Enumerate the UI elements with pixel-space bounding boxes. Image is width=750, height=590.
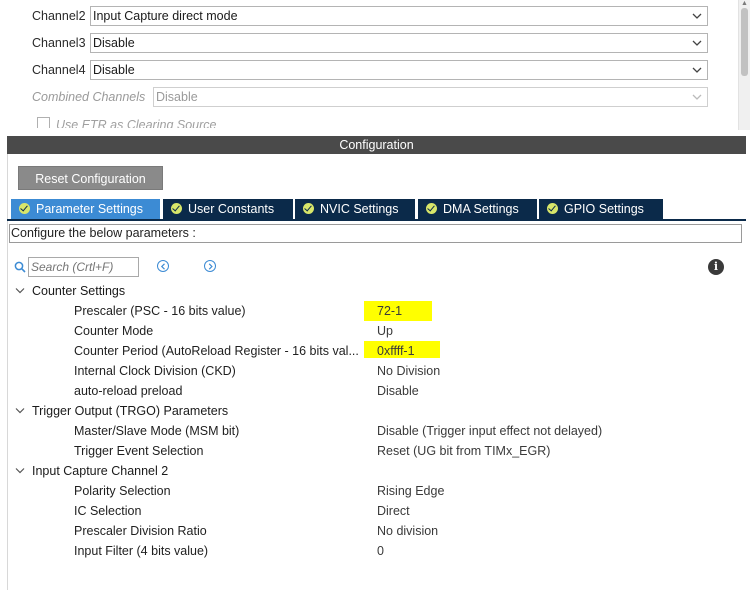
param-name: Prescaler Division Ratio bbox=[74, 524, 207, 538]
channel4-value: Disable bbox=[93, 63, 135, 77]
group-trigger-output[interactable]: Trigger Output (TRGO) Parameters bbox=[0, 401, 740, 421]
combined-channels-label: Combined Channels bbox=[32, 90, 146, 104]
param-value[interactable]: Reset (UG bit from TIMx_EGR) bbox=[377, 441, 550, 461]
channel3-select[interactable]: Disable bbox=[90, 33, 708, 53]
param-row[interactable]: Master/Slave Mode (MSM bit) Disable (Tri… bbox=[0, 421, 740, 441]
tab-label: NVIC Settings bbox=[320, 202, 399, 216]
channel2-label: Channel2 bbox=[32, 9, 86, 23]
info-icon[interactable]: i bbox=[708, 259, 724, 275]
group-input-capture-channel2[interactable]: Input Capture Channel 2 bbox=[0, 461, 740, 481]
group-label: Counter Settings bbox=[32, 284, 126, 298]
param-value[interactable]: 0 bbox=[377, 541, 384, 561]
param-value[interactable]: Disable bbox=[377, 381, 419, 401]
param-row[interactable]: Internal Clock Division (CKD) No Divisio… bbox=[0, 361, 740, 381]
param-value[interactable]: Rising Edge bbox=[377, 481, 444, 501]
channel4-select[interactable]: Disable bbox=[90, 60, 708, 80]
chevron-down-icon bbox=[692, 94, 702, 100]
param-name: Trigger Event Selection bbox=[74, 444, 204, 458]
param-name: Internal Clock Division (CKD) bbox=[74, 364, 236, 378]
param-name: IC Selection bbox=[74, 504, 142, 518]
param-name: Counter Period (AutoReload Register - 16… bbox=[74, 344, 359, 358]
param-row[interactable]: Prescaler (PSC - 16 bits value) 72-1 bbox=[0, 301, 740, 321]
etr-clearing-checkbox-row[interactable]: Use ETR as Clearing Source bbox=[37, 117, 216, 128]
channel3-value: Disable bbox=[93, 36, 135, 50]
configuration-header: Configuration bbox=[7, 136, 746, 154]
chevron-down-icon bbox=[692, 13, 702, 19]
param-name: Prescaler (PSC - 16 bits value) bbox=[74, 304, 246, 318]
param-name: Polarity Selection bbox=[74, 484, 171, 498]
tab-label: User Constants bbox=[188, 202, 275, 216]
search-icon bbox=[14, 261, 26, 273]
chevron-down-icon bbox=[15, 288, 25, 294]
tab-label: DMA Settings bbox=[443, 202, 519, 216]
tab-underline bbox=[7, 219, 746, 221]
previous-arrow-icon[interactable] bbox=[157, 260, 169, 272]
reset-configuration-button[interactable]: Reset Configuration bbox=[18, 166, 163, 190]
param-row[interactable]: Trigger Event Selection Reset (UG bit fr… bbox=[0, 441, 740, 461]
next-arrow-icon[interactable] bbox=[204, 260, 216, 272]
param-value[interactable]: 0xffff-1 bbox=[377, 341, 415, 361]
vertical-scrollbar[interactable]: ▲ bbox=[738, 0, 750, 130]
param-name: Master/Slave Mode (MSM bit) bbox=[74, 424, 240, 438]
tab-nvic-settings[interactable]: NVIC Settings bbox=[295, 199, 415, 219]
channel2-value: Input Capture direct mode bbox=[93, 9, 238, 23]
chevron-down-icon bbox=[15, 408, 25, 414]
param-value[interactable]: Disable (Trigger input effect not delaye… bbox=[377, 421, 602, 441]
param-value[interactable]: No division bbox=[377, 521, 438, 541]
chevron-down-icon bbox=[692, 67, 702, 73]
search-input[interactable] bbox=[28, 257, 139, 277]
param-value[interactable]: Direct bbox=[377, 501, 410, 521]
channel2-select[interactable]: Input Capture direct mode bbox=[90, 6, 708, 26]
etr-checkbox[interactable] bbox=[37, 117, 50, 128]
combined-channels-value: Disable bbox=[156, 90, 198, 104]
param-row[interactable]: IC Selection Direct bbox=[0, 501, 740, 521]
param-value[interactable]: No Division bbox=[377, 361, 440, 381]
param-row[interactable]: Counter Period (AutoReload Register - 16… bbox=[0, 341, 740, 361]
tab-dma-settings[interactable]: DMA Settings bbox=[418, 199, 537, 219]
etr-label: Use ETR as Clearing Source bbox=[56, 118, 217, 128]
param-row[interactable]: Prescaler Division Ratio No division bbox=[0, 521, 740, 541]
param-row[interactable]: Counter Mode Up bbox=[0, 321, 740, 341]
check-circle-icon bbox=[303, 203, 314, 214]
check-circle-icon bbox=[171, 203, 182, 214]
scrollbar-thumb[interactable] bbox=[741, 8, 748, 76]
param-row[interactable]: Input Filter (4 bits value) 0 bbox=[0, 541, 740, 561]
param-value[interactable]: 72-1 bbox=[377, 301, 402, 321]
check-circle-icon bbox=[426, 203, 437, 214]
channel-settings-area: Channel2 Input Capture direct mode Chann… bbox=[0, 0, 738, 128]
param-row[interactable]: auto-reload preload Disable bbox=[0, 381, 740, 401]
tab-parameter-settings[interactable]: Parameter Settings bbox=[11, 199, 160, 219]
combined-channels-select[interactable]: Disable bbox=[153, 87, 708, 107]
param-name: auto-reload preload bbox=[74, 384, 183, 398]
check-circle-icon bbox=[547, 203, 558, 214]
tab-user-constants[interactable]: User Constants bbox=[163, 199, 293, 219]
chevron-down-icon bbox=[15, 468, 25, 474]
channel3-label: Channel3 bbox=[32, 36, 86, 50]
param-row[interactable]: Polarity Selection Rising Edge bbox=[0, 481, 740, 501]
chevron-down-icon bbox=[692, 40, 702, 46]
check-circle-icon bbox=[19, 203, 30, 214]
scroll-up-arrow-icon[interactable]: ▲ bbox=[741, 0, 748, 7]
group-label: Trigger Output (TRGO) Parameters bbox=[32, 404, 229, 418]
channel4-label: Channel4 bbox=[32, 63, 86, 77]
tab-label: Parameter Settings bbox=[36, 202, 143, 216]
tab-label: GPIO Settings bbox=[564, 202, 644, 216]
group-label: Input Capture Channel 2 bbox=[32, 464, 169, 478]
param-name: Input Filter (4 bits value) bbox=[74, 544, 209, 558]
description-bar: Configure the below parameters : bbox=[9, 224, 742, 243]
param-value[interactable]: Up bbox=[377, 321, 393, 341]
param-name: Counter Mode bbox=[74, 324, 154, 338]
group-counter-settings[interactable]: Counter Settings bbox=[0, 281, 740, 301]
tab-gpio-settings[interactable]: GPIO Settings bbox=[539, 199, 663, 219]
